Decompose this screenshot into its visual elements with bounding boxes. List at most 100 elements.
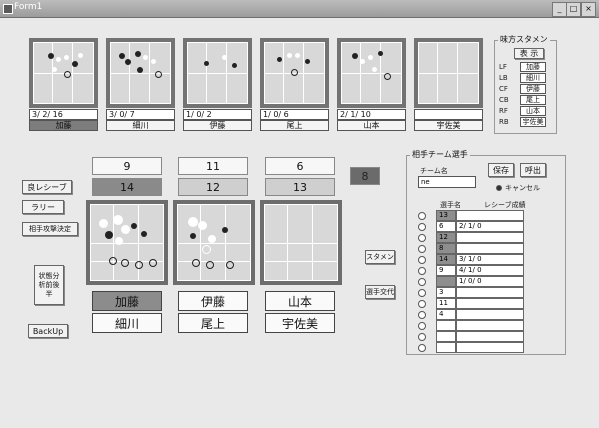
table-row[interactable]: 8: [416, 243, 556, 254]
window-title: Form1: [14, 2, 43, 12]
player-thumbnail-3[interactable]: [183, 38, 252, 108]
ally-display-button[interactable]: 表 示: [514, 48, 544, 59]
receive-cell[interactable]: [456, 243, 524, 254]
position-label: CB: [499, 96, 509, 104]
opponent-attack-button[interactable]: 相手攻撃決定: [22, 222, 78, 236]
player-number-cell[interactable]: 8: [436, 243, 456, 254]
player-stat: 1/ 0/ 6: [260, 109, 329, 120]
receive-cell[interactable]: 1/ 0/ 0: [456, 276, 524, 287]
player-number-box[interactable]: 8: [350, 167, 380, 185]
position-label: LF: [499, 63, 507, 71]
backup-button[interactable]: BackUp: [28, 324, 68, 338]
title-bar: Form1 _ □ ×: [0, 0, 599, 18]
position-label: LB: [499, 74, 508, 82]
player-number-cell[interactable]: 4: [436, 309, 456, 320]
court-name-plate[interactable]: 宇佐美: [265, 313, 335, 333]
ally-name: 加藤: [520, 62, 546, 72]
ally-starting-title: 味方スタメン: [498, 35, 550, 45]
court-field-2[interactable]: [173, 200, 255, 285]
ally-name: 尾上: [520, 95, 546, 105]
player-thumbnail-6[interactable]: [414, 38, 483, 108]
player-name[interactable]: 宇佐美: [414, 120, 483, 131]
player-number-box[interactable]: 9: [92, 157, 162, 175]
player-stat: 2/ 1/ 10: [337, 109, 406, 120]
player-thumbnail-2[interactable]: [106, 38, 175, 108]
player-number-box[interactable]: 13: [265, 178, 335, 196]
table-row[interactable]: 3: [416, 287, 556, 298]
receive-cell[interactable]: [456, 320, 524, 331]
receive-cell[interactable]: 2/ 1/ 0: [456, 221, 524, 232]
good-receive-button[interactable]: 良レシーブ: [22, 180, 72, 194]
player-number-box[interactable]: 6: [265, 157, 335, 175]
opponent-team-title: 相手チーム選手: [410, 150, 470, 160]
starting-lineup-button[interactable]: スタメン: [365, 250, 395, 264]
table-row[interactable]: [416, 331, 556, 342]
table-row[interactable]: 11: [416, 298, 556, 309]
table-row[interactable]: [416, 342, 556, 353]
player-number-cell[interactable]: 9: [436, 265, 456, 276]
court-name-plate[interactable]: 細川: [92, 313, 162, 333]
team-name-input[interactable]: [418, 176, 476, 188]
player-number-cell[interactable]: 11: [436, 298, 456, 309]
court-field-1[interactable]: [86, 200, 168, 285]
player-thumbnail-1[interactable]: [29, 38, 98, 108]
table-row[interactable]: 14 3/ 1/ 0: [416, 254, 556, 265]
player-name[interactable]: 加藤: [29, 120, 98, 131]
player-number-box[interactable]: 12: [178, 178, 248, 196]
receive-cell[interactable]: [456, 309, 524, 320]
player-number-box[interactable]: 11: [178, 157, 248, 175]
app-icon: [3, 4, 13, 14]
player-column-header: 選手名: [440, 201, 461, 209]
table-row[interactable]: 4: [416, 309, 556, 320]
player-stat: 3/ 2/ 16: [29, 109, 98, 120]
player-name[interactable]: 伊藤: [183, 120, 252, 131]
substitution-button[interactable]: 選手交代: [365, 285, 395, 299]
receive-cell[interactable]: [456, 342, 524, 353]
player-name[interactable]: 細川: [106, 120, 175, 131]
player-thumbnail-4[interactable]: [260, 38, 329, 108]
table-row[interactable]: 6 2/ 1/ 0: [416, 221, 556, 232]
player-name[interactable]: 山本: [337, 120, 406, 131]
ally-name: 細川: [520, 73, 546, 83]
maximize-button[interactable]: □: [566, 2, 581, 17]
receive-cell[interactable]: [456, 287, 524, 298]
player-number-cell[interactable]: 6: [436, 221, 456, 232]
player-number-cell[interactable]: 12: [436, 232, 456, 243]
player-number-cell[interactable]: [436, 320, 456, 331]
table-row[interactable]: 1/ 0/ 0: [416, 276, 556, 287]
table-row[interactable]: 12: [416, 232, 556, 243]
team-name-label: チーム名: [420, 167, 448, 175]
player-number-cell[interactable]: 3: [436, 287, 456, 298]
player-number-cell[interactable]: 14: [436, 254, 456, 265]
player-number-cell[interactable]: [436, 342, 456, 353]
table-row[interactable]: 13: [416, 210, 556, 221]
table-row[interactable]: [416, 320, 556, 331]
player-number-box[interactable]: 14: [92, 178, 162, 196]
receive-cell[interactable]: [456, 298, 524, 309]
receive-cell[interactable]: [456, 232, 524, 243]
receive-cell[interactable]: [456, 210, 524, 221]
position-label: CF: [499, 85, 508, 93]
player-thumbnail-5[interactable]: [337, 38, 406, 108]
close-button[interactable]: ×: [581, 2, 596, 17]
rally-button[interactable]: ラリー: [22, 200, 64, 214]
court-name-plate[interactable]: 加藤: [92, 291, 162, 311]
player-number-cell[interactable]: 13: [436, 210, 456, 221]
court-field-3[interactable]: [260, 200, 342, 285]
minimize-button[interactable]: _: [552, 2, 567, 17]
player-number-cell[interactable]: [436, 276, 456, 287]
receive-cell[interactable]: 3/ 1/ 0: [456, 254, 524, 265]
ally-name: 山本: [520, 106, 546, 116]
save-button[interactable]: 保存: [488, 163, 514, 177]
player-name[interactable]: 尾上: [260, 120, 329, 131]
player-number-cell[interactable]: [436, 331, 456, 342]
court-name-plate[interactable]: 山本: [265, 291, 335, 311]
cancel-radio[interactable]: [496, 185, 502, 191]
court-name-plate[interactable]: 伊藤: [178, 291, 248, 311]
receive-cell[interactable]: [456, 331, 524, 342]
court-name-plate[interactable]: 尾上: [178, 313, 248, 333]
receive-cell[interactable]: 4/ 1/ 0: [456, 265, 524, 276]
table-row[interactable]: 9 4/ 1/ 0: [416, 265, 556, 276]
load-button[interactable]: 呼出: [520, 163, 546, 177]
analysis-button[interactable]: 状態分析前後半: [34, 265, 64, 305]
